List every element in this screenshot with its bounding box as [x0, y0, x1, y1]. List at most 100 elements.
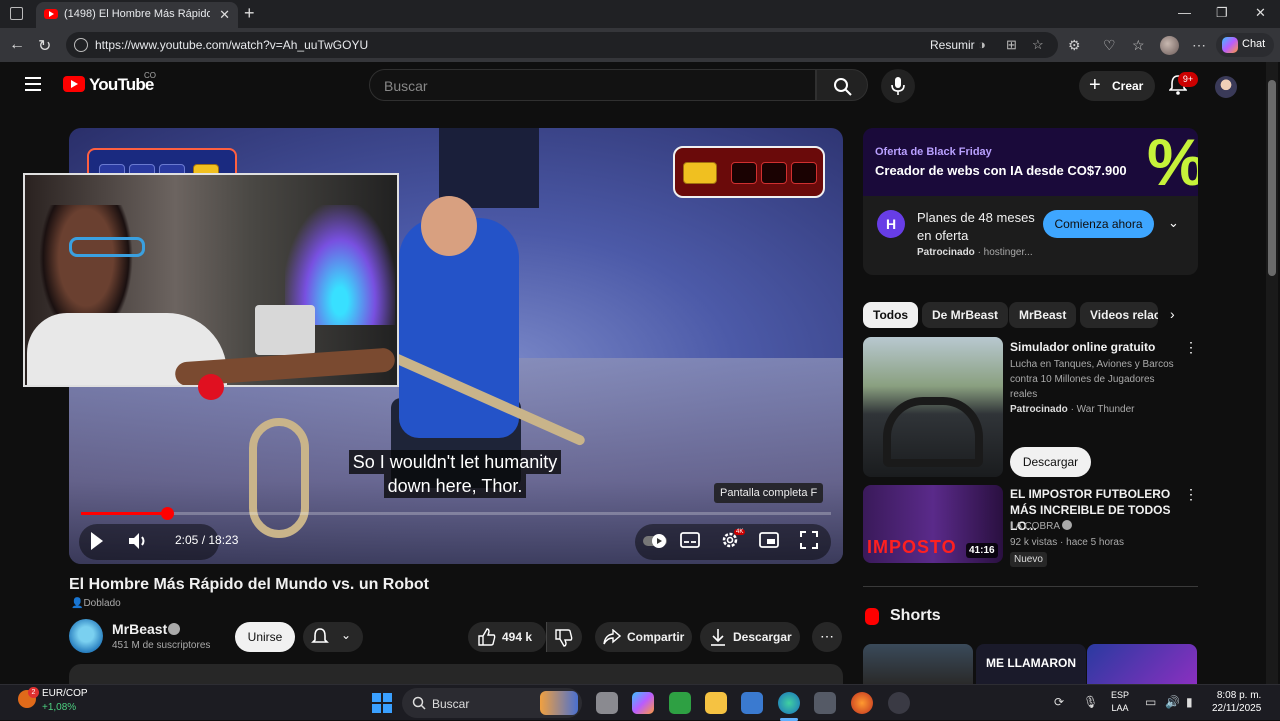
like-button[interactable]: 494 k: [468, 622, 546, 652]
video-progress-bar[interactable]: [81, 507, 831, 520]
chip-videos-relacionados[interactable]: Videos relac: [1080, 302, 1158, 328]
play-icon[interactable]: [89, 530, 105, 552]
volume-icon[interactable]: [127, 530, 151, 552]
video-time: 2:05 / 18:23: [175, 533, 239, 547]
share-button[interactable]: Compartir: [595, 622, 692, 652]
subtitles-icon[interactable]: [680, 532, 700, 548]
new-tab-icon[interactable]: +: [244, 3, 255, 24]
ad-download-button[interactable]: Descargar: [1010, 447, 1091, 477]
rec-channel[interactable]: LA COBRA: [1010, 519, 1180, 534]
firefox-icon[interactable]: [851, 692, 873, 714]
edge-browser-icon[interactable]: [778, 692, 800, 714]
microphone-icon[interactable]: 🎙: [1083, 695, 1098, 709]
menu-icon[interactable]: [25, 77, 41, 91]
app-icon[interactable]: [888, 692, 910, 714]
create-button[interactable]: + Crear: [1079, 71, 1155, 101]
copilot-page-icon[interactable]: ◑: [978, 37, 986, 52]
ad-sponsor: Patrocinado · hostinger...: [917, 247, 1033, 258]
battery-icon[interactable]: ▮: [1186, 695, 1193, 709]
refresh-icon[interactable]: ↻: [38, 36, 51, 56]
windows-start-icon[interactable]: [372, 693, 392, 713]
scrollbar-thumb[interactable]: [1268, 80, 1276, 276]
dislike-button[interactable]: [546, 622, 582, 652]
channel-name[interactable]: MrBeast: [112, 621, 167, 637]
store-app-icon[interactable]: [741, 692, 763, 714]
webcam-glasses: [69, 237, 145, 257]
chevron-right-icon[interactable]: ›: [1170, 306, 1175, 322]
url-text[interactable]: https://www.youtube.com/watch?v=Ah_uuTwG…: [95, 38, 368, 52]
favorites-icon[interactable]: ☆: [1132, 37, 1145, 54]
minimize-icon[interactable]: —: [1178, 5, 1191, 20]
tab-close-icon[interactable]: ✕: [219, 7, 230, 23]
shorts-title: Shorts: [890, 607, 941, 624]
apps-icon[interactable]: ⊞: [1006, 37, 1017, 53]
more-menu-icon[interactable]: ⋯: [1192, 37, 1206, 54]
speaker-icon[interactable]: 🔊: [1165, 695, 1180, 709]
chip-todos[interactable]: Todos: [863, 302, 919, 328]
subscription-bell-button[interactable]: ⌄: [303, 622, 363, 652]
ad-banner[interactable]: Oferta de Black Friday Creador de webs c…: [863, 128, 1198, 198]
rec-thumbnail[interactable]: [863, 337, 1003, 477]
task-view-icon[interactable]: [596, 692, 618, 714]
window-close-icon[interactable]: ✕: [1255, 5, 1266, 21]
youtube-logo-icon[interactable]: [63, 76, 85, 92]
search-button[interactable]: [816, 69, 868, 101]
red-marker: [198, 374, 224, 400]
address-bar[interactable]: https://www.youtube.com/watch?v=Ah_uuTwG…: [66, 32, 1058, 58]
fullscreen-tooltip: Pantalla completa F: [714, 483, 824, 503]
short-thumbnail[interactable]: ME LLAMARON: [976, 644, 1086, 684]
fullscreen-icon[interactable]: [800, 531, 818, 549]
ad-headline: Creador de webs con IA desde CO$7.900: [875, 163, 1127, 178]
back-icon[interactable]: ←: [9, 36, 25, 54]
favorite-star-icon[interactable]: ☆: [1032, 37, 1044, 53]
voice-search-button[interactable]: [881, 69, 915, 103]
miniplayer-icon[interactable]: [759, 532, 779, 548]
extensions-icon[interactable]: ⚙: [1068, 37, 1081, 54]
copilot-app-icon[interactable]: [632, 692, 654, 714]
summarize-button[interactable]: Resumir: [930, 38, 975, 52]
copilot-chat-button[interactable]: Chat: [1216, 33, 1274, 57]
ad-title[interactable]: Planes de 48 meses en oferta: [917, 209, 1047, 245]
chip-mrbeast[interactable]: MrBeast: [1009, 302, 1077, 328]
shorts-icon: [865, 608, 879, 625]
more-vert-icon[interactable]: ⋮: [1184, 486, 1198, 503]
user-avatar[interactable]: [1215, 76, 1237, 98]
hostinger-logo: H: [877, 210, 905, 238]
maximize-icon[interactable]: ❐: [1216, 5, 1228, 21]
more-actions-icon[interactable]: ⋯: [812, 622, 842, 652]
ad-cta-button[interactable]: Comienza ahora: [1043, 210, 1154, 238]
xbox-app-icon[interactable]: [669, 692, 691, 714]
search-input[interactable]: Buscar: [369, 69, 816, 101]
short-thumbnail[interactable]: [863, 644, 973, 684]
more-vert-icon[interactable]: ⋮: [1184, 339, 1198, 356]
bell-icon: [311, 628, 329, 643]
currency-pair[interactable]: EUR/COP: [42, 688, 88, 699]
chip-de-mrbeast[interactable]: De MrBeast: [922, 302, 1009, 328]
section-divider: [863, 586, 1198, 587]
network-icon[interactable]: ▭: [1145, 695, 1156, 709]
app-icon[interactable]: [814, 692, 836, 714]
description-box[interactable]: [69, 664, 843, 684]
short-thumbnail[interactable]: [1087, 644, 1197, 684]
browser-tab[interactable]: (1498) El Hombre Más Rápido del Mundo vs…: [36, 2, 238, 28]
file-explorer-icon[interactable]: [705, 692, 727, 714]
tab-actions-icon[interactable]: [10, 7, 23, 20]
sponsored-ad-card[interactable]: Oferta de Black Friday Creador de webs c…: [863, 128, 1198, 275]
language-indicator[interactable]: ESP LAA: [1111, 689, 1129, 715]
thumbs-up-icon: [478, 628, 496, 646]
progress-scrubber[interactable]: [160, 507, 174, 520]
profile-avatar[interactable]: [1160, 36, 1179, 55]
page-scrollbar[interactable]: [1266, 62, 1278, 684]
download-button[interactable]: Descargar: [700, 622, 800, 652]
rec-title[interactable]: Simulador online gratuito: [1010, 339, 1180, 355]
chevron-down-icon[interactable]: ⌄: [1168, 215, 1179, 231]
sync-icon[interactable]: ⟳: [1054, 695, 1064, 709]
browser-essentials-icon[interactable]: ♡: [1103, 37, 1116, 54]
join-button[interactable]: Unirse: [235, 622, 295, 652]
autoplay-toggle-icon[interactable]: [643, 532, 667, 550]
channel-avatar[interactable]: [69, 619, 103, 653]
site-info-icon[interactable]: [74, 38, 88, 52]
taskbar-search[interactable]: Buscar: [402, 688, 582, 718]
notifications-badge: 9+: [1178, 72, 1198, 87]
system-clock[interactable]: 8:08 p. m. 22/11/2025: [1212, 689, 1261, 715]
